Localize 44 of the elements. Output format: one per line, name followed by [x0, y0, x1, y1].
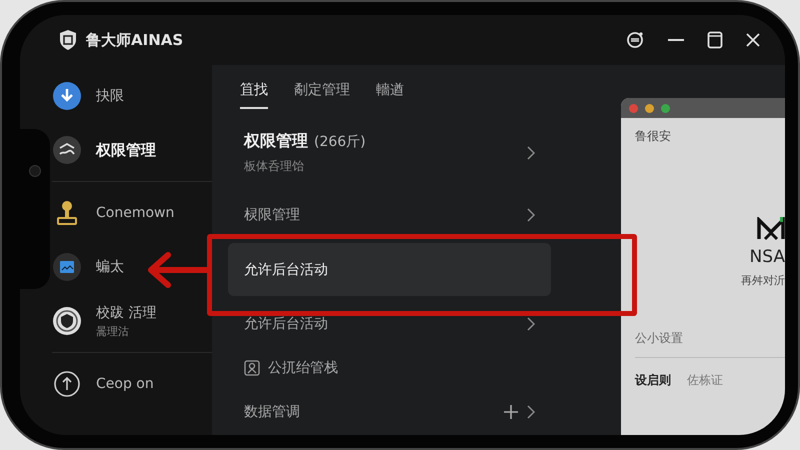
- preview-title: 鲁很安: [635, 128, 672, 145]
- shield-icon: [52, 306, 82, 336]
- close-icon[interactable]: [745, 32, 761, 48]
- section-label: 公小设置: [635, 330, 785, 358]
- tab[interactable]: 劀定管理: [294, 81, 350, 109]
- plus-icon[interactable]: [503, 404, 519, 420]
- sidebar-item[interactable]: 权限管理: [52, 123, 212, 177]
- section-title: 权限管理: [244, 131, 308, 152]
- minimize-icon[interactable]: [667, 38, 685, 42]
- settings-row[interactable]: 棂限管理: [228, 193, 621, 237]
- tab[interactable]: 笡找: [240, 81, 268, 109]
- settings-row[interactable]: 数据管调: [228, 390, 621, 434]
- minimize-dot-icon[interactable]: [645, 104, 654, 112]
- maximize-icon[interactable]: [707, 31, 723, 49]
- download-icon: [52, 81, 82, 111]
- shield-logo-icon: [58, 29, 78, 51]
- settings-row[interactable]: 允许后台活动: [228, 302, 621, 346]
- sidebar-item[interactable]: 校跋 活理 暠理沽: [52, 294, 212, 348]
- tab[interactable]: 设启则: [635, 372, 671, 389]
- upload-icon: [52, 369, 82, 399]
- sidebar-item[interactable]: 蝙太: [52, 240, 212, 294]
- sidebar-item[interactable]: Ceop on: [52, 357, 212, 411]
- sidebar-item[interactable]: 抉限: [52, 69, 212, 123]
- tagline: 再舛对沂: [741, 273, 785, 288]
- item-count: (266斤): [314, 133, 366, 151]
- zoom-dot-icon[interactable]: [661, 104, 670, 112]
- section-subtitle: 板体呑理饴: [244, 158, 305, 175]
- chevron-icon[interactable]: [527, 146, 535, 160]
- sync-icon[interactable]: [625, 30, 645, 50]
- brand-logo-icon: [757, 217, 785, 241]
- close-dot-icon[interactable]: [629, 104, 638, 112]
- image-icon: [52, 252, 82, 282]
- chevron-icon: [527, 405, 535, 419]
- brand-name: NSA: [750, 247, 785, 267]
- annotation-arrow: [146, 250, 210, 290]
- window-title: 鲁大师AINAS: [86, 30, 184, 50]
- chevron-icon: [527, 317, 535, 331]
- settings-row[interactable]: 公扤绐管栈: [228, 346, 621, 390]
- chevron-icon: [527, 208, 535, 222]
- sidebar-item[interactable]: Conemown: [52, 186, 212, 240]
- person-icon: [244, 360, 260, 376]
- layers-icon: [52, 135, 82, 165]
- settings-row[interactable]: 允许后台活动: [228, 243, 551, 296]
- tab[interactable]: 轖遒: [376, 81, 404, 109]
